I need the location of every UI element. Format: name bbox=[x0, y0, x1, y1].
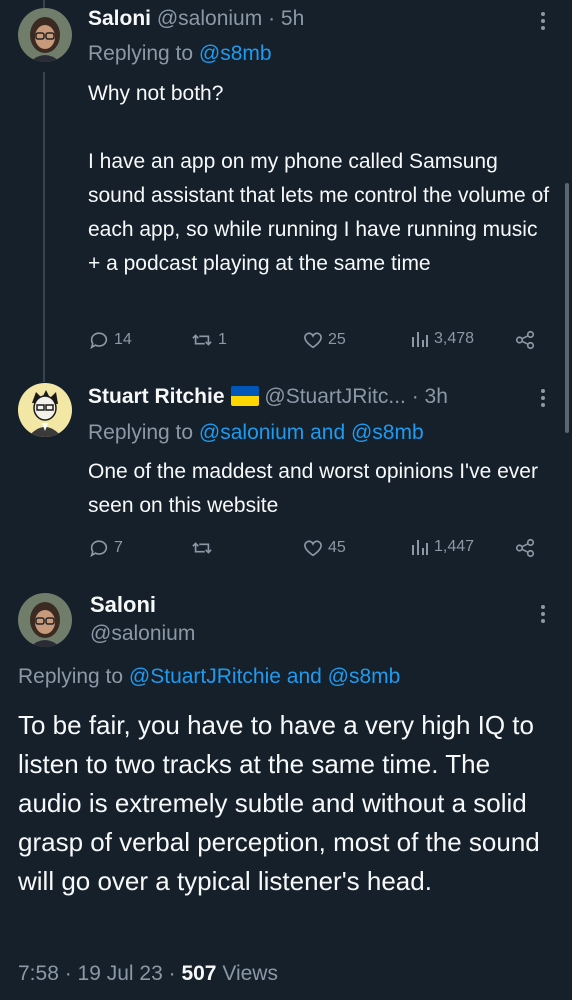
reply-icon bbox=[90, 332, 108, 350]
retweet-button[interactable]: 1 bbox=[190, 329, 227, 351]
replying-label: Replying to bbox=[88, 421, 194, 444]
ukraine-flag-icon bbox=[230, 386, 259, 406]
retweet-count: 1 bbox=[218, 331, 227, 348]
timestamp[interactable]: · 3h bbox=[412, 385, 448, 408]
heart-icon bbox=[304, 540, 322, 557]
tweet-text-paragraph: I have an app on my phone called Samsung… bbox=[88, 150, 550, 275]
retweet-icon bbox=[192, 334, 212, 346]
handle[interactable]: @StuartJRitc... bbox=[264, 385, 406, 408]
tweet-text-paragraph: Why not both? bbox=[88, 82, 224, 105]
share-button[interactable] bbox=[514, 537, 536, 559]
retweet-button[interactable] bbox=[190, 537, 218, 559]
like-button[interactable]: 25 bbox=[302, 329, 346, 351]
replying-link[interactable]: @s8mb bbox=[199, 42, 272, 65]
retweet-icon bbox=[192, 542, 212, 554]
display-name[interactable]: Saloni bbox=[88, 7, 151, 30]
reply-button[interactable]: 14 bbox=[88, 329, 132, 351]
share-button[interactable] bbox=[514, 329, 536, 351]
thread-line-reply1 bbox=[43, 72, 45, 382]
reply-button[interactable]: 7 bbox=[88, 537, 123, 559]
display-name[interactable]: Saloni bbox=[90, 592, 156, 618]
handle[interactable]: @salonium bbox=[90, 622, 195, 646]
reply-count: 7 bbox=[114, 539, 123, 556]
tweet-text: One of the maddest and worst opinions I'… bbox=[88, 460, 538, 517]
views-count: 3,478 bbox=[434, 330, 475, 347]
main-tweet-text: To be fair, you have to have a very high… bbox=[18, 710, 540, 896]
analytics-icon bbox=[412, 540, 428, 555]
more-options-icon[interactable] bbox=[541, 12, 545, 33]
more-options-icon[interactable] bbox=[541, 605, 545, 626]
timestamp[interactable]: · 5h bbox=[268, 7, 304, 30]
share-icon bbox=[515, 330, 535, 350]
avatar-saloni[interactable] bbox=[18, 8, 72, 62]
replying-label: Replying to bbox=[88, 42, 194, 65]
replying-link[interactable]: @salonium and @s8mb bbox=[199, 421, 424, 444]
like-count: 25 bbox=[328, 331, 346, 348]
replying-label: Replying to bbox=[18, 665, 124, 688]
more-options-icon[interactable] bbox=[541, 389, 545, 410]
views-count: 507 bbox=[181, 962, 217, 985]
like-count: 45 bbox=[328, 539, 346, 556]
avatar-stuart[interactable] bbox=[18, 383, 72, 437]
views-button[interactable]: 1,447 bbox=[410, 537, 474, 557]
views-label: Views bbox=[222, 962, 278, 985]
heart-icon bbox=[304, 332, 322, 349]
tweet-timestamp[interactable]: 7:58 · 19 Jul 23 · bbox=[18, 962, 176, 985]
views-button[interactable]: 3,478 bbox=[410, 329, 474, 349]
replying-link[interactable]: @StuartJRitchie and @s8mb bbox=[129, 665, 400, 688]
share-icon bbox=[515, 538, 535, 558]
avatar-saloni-main[interactable] bbox=[18, 593, 72, 647]
analytics-icon bbox=[412, 332, 428, 347]
display-name[interactable]: Stuart Ritchie bbox=[88, 385, 225, 408]
scrollbar[interactable] bbox=[565, 183, 569, 433]
reply-count: 14 bbox=[114, 331, 132, 348]
like-button[interactable]: 45 bbox=[302, 537, 346, 559]
handle[interactable]: @salonium bbox=[157, 7, 262, 30]
reply-icon bbox=[90, 540, 108, 558]
views-count: 1,447 bbox=[434, 538, 475, 555]
thread-line-top bbox=[43, 0, 45, 8]
